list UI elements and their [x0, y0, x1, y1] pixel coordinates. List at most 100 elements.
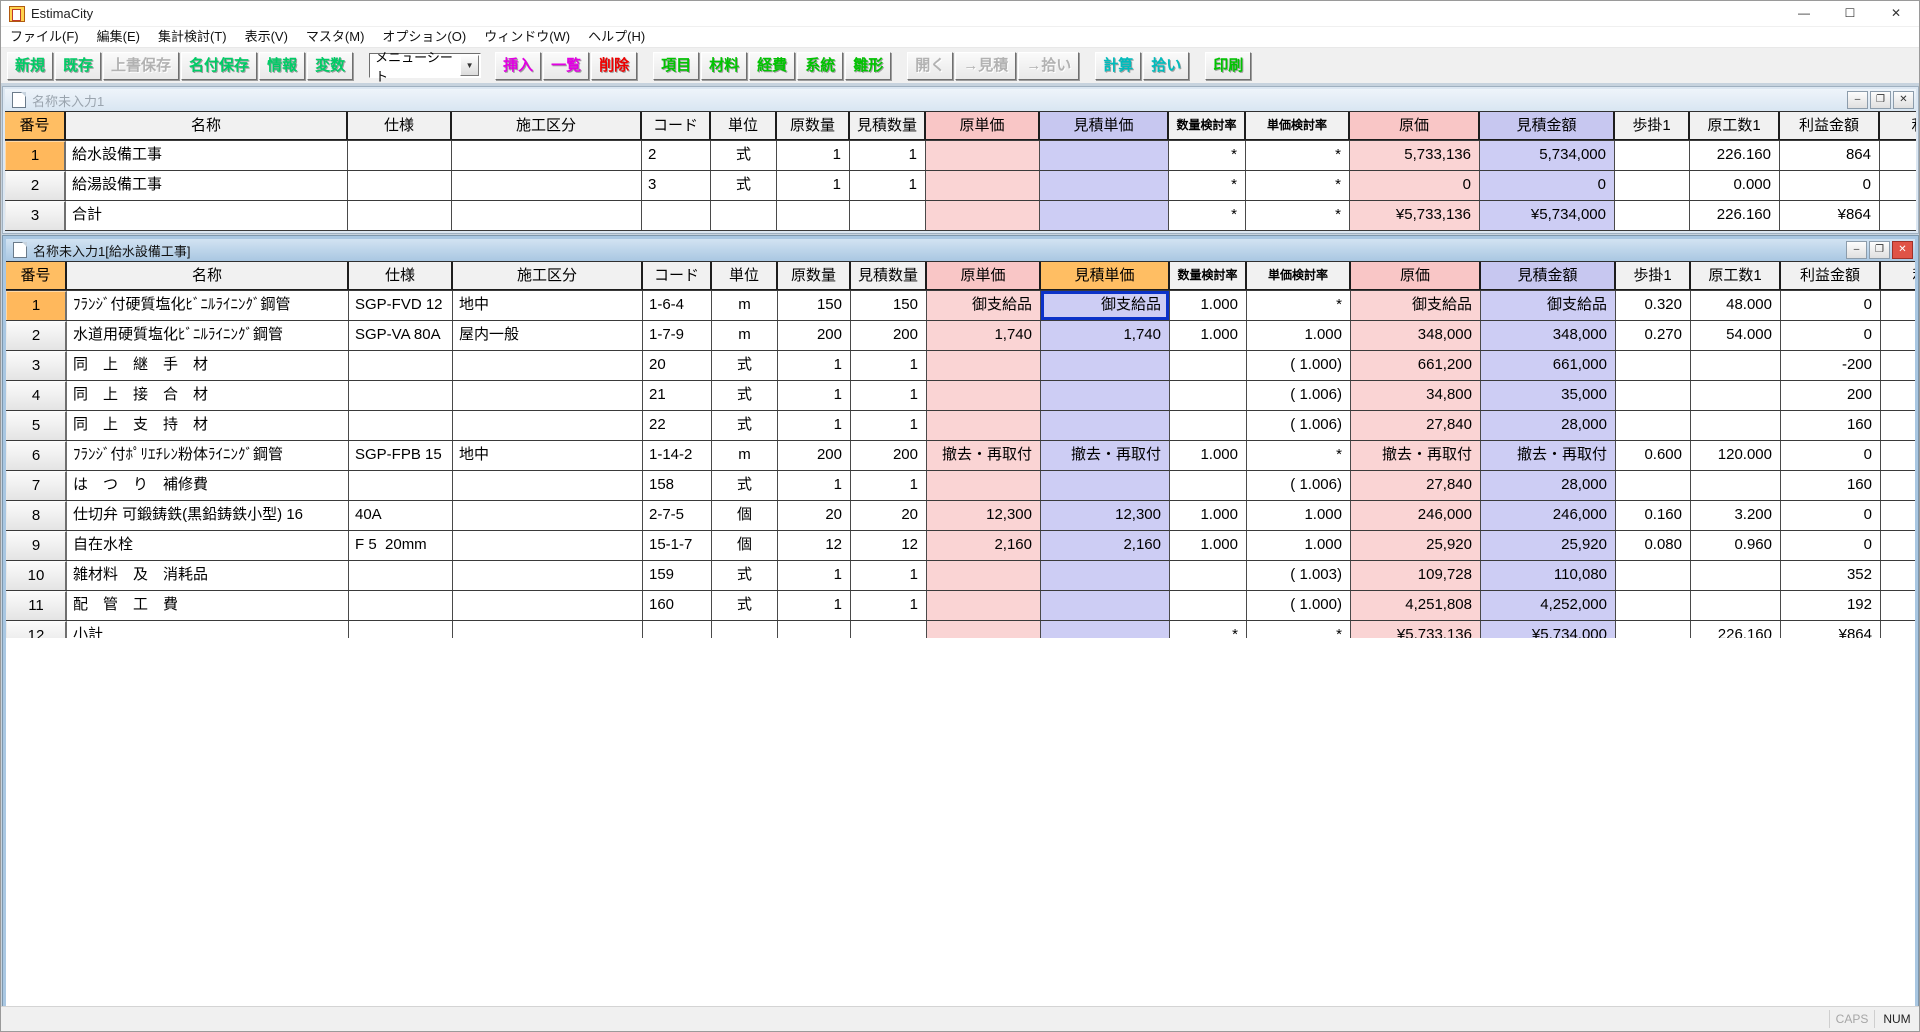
cell-num[interactable]: 4 — [6, 381, 67, 410]
cell-profit[interactable]: 0 — [1781, 501, 1881, 530]
cell-num[interactable]: 9 — [6, 531, 67, 560]
cell-qty_est[interactable]: 1 — [851, 471, 927, 500]
cell-cost[interactable]: 246,000 — [1351, 501, 1481, 530]
cell-name[interactable]: 同 上 支 持 材 — [67, 411, 349, 440]
cell-est[interactable]: 246,000 — [1481, 501, 1616, 530]
child-minimize-icon[interactable]: – — [1846, 241, 1867, 259]
cell-rate_qty[interactable]: 1.000 — [1170, 321, 1247, 350]
cell-profit[interactable]: ¥864 — [1780, 201, 1880, 230]
cell-spec[interactable]: F 5 20mm — [349, 531, 453, 560]
cell-unit_est[interactable]: 1,740 — [1041, 321, 1170, 350]
cell-division[interactable] — [452, 201, 642, 230]
cell-qty_cost[interactable]: 200 — [778, 441, 851, 470]
cell-profit[interactable]: 192 — [1781, 591, 1881, 620]
cell-spec[interactable] — [349, 411, 453, 440]
cell-est[interactable]: 5,734,000 — [1480, 141, 1615, 170]
cell-num[interactable]: 2 — [6, 321, 67, 350]
info-button[interactable]: 情報 — [259, 52, 305, 80]
cell-spec[interactable] — [348, 141, 452, 170]
cell-num[interactable]: 10 — [6, 561, 67, 590]
cell-kosu[interactable] — [1691, 351, 1781, 380]
cell-name[interactable]: ﾌﾗﾝｼﾞ付ﾎﾟﾘｴﾁﾚﾝ粉体ﾗｲﾆﾝｸﾞ鋼管 — [67, 441, 349, 470]
cell-kosu[interactable]: 0.960 — [1691, 531, 1781, 560]
cell-kosu[interactable]: 3.200 — [1691, 501, 1781, 530]
insert-button[interactable]: 挿入 — [495, 52, 541, 80]
cell-qty_est[interactable]: 200 — [851, 321, 927, 350]
menu-view[interactable]: 表示(V) — [236, 27, 297, 47]
cell-division[interactable]: 屋内一般 — [453, 321, 643, 350]
cell-bugake[interactable]: 0.080 — [1616, 531, 1691, 560]
cell-code[interactable] — [642, 201, 711, 230]
cell-name[interactable]: は つ り 補修費 — [67, 471, 349, 500]
menu-master[interactable]: マスタ(M) — [297, 27, 374, 47]
cell-spec[interactable] — [348, 201, 452, 230]
cell-unit_cost[interactable]: 2,160 — [927, 531, 1041, 560]
cell-unit[interactable]: 式 — [711, 171, 777, 200]
cell-extra[interactable] — [1881, 561, 1915, 590]
cell-division[interactable] — [453, 531, 643, 560]
cell-cost[interactable]: 25,920 — [1351, 531, 1481, 560]
cell-unit[interactable]: 個 — [712, 501, 778, 530]
cell-unit[interactable]: 式 — [712, 471, 778, 500]
item-button[interactable]: 項目 — [653, 52, 699, 80]
cell-extra[interactable] — [1881, 381, 1915, 410]
chevron-down-icon[interactable]: ▼ — [460, 55, 479, 76]
cell-kosu[interactable] — [1691, 591, 1781, 620]
cell-rate_qty[interactable]: 1.000 — [1170, 531, 1247, 560]
cell-qty_cost[interactable] — [777, 201, 850, 230]
cell-rate_unit[interactable]: * — [1246, 171, 1350, 200]
cell-extra[interactable] — [1880, 141, 1916, 170]
cell-est[interactable]: 28,000 — [1481, 471, 1616, 500]
cell-division[interactable] — [453, 351, 643, 380]
cell-rate_qty[interactable]: 1.000 — [1170, 291, 1247, 320]
cell-name[interactable]: 給湯設備工事 — [66, 171, 348, 200]
cell-qty_cost[interactable]: 1 — [778, 591, 851, 620]
cell-unit_est[interactable] — [1041, 591, 1170, 620]
cell-unit[interactable] — [711, 201, 777, 230]
cell-profit[interactable]: 0 — [1781, 531, 1881, 560]
cell-rate_unit[interactable]: ( 1.000) — [1247, 591, 1351, 620]
cell-unit_cost[interactable] — [926, 171, 1040, 200]
cell-division[interactable] — [453, 591, 643, 620]
cell-spec[interactable]: SGP-VA 80A — [349, 321, 453, 350]
cell-unit_cost[interactable] — [926, 141, 1040, 170]
cell-kosu[interactable] — [1691, 381, 1781, 410]
cell-qty_est[interactable]: 200 — [851, 441, 927, 470]
cell-extra[interactable] — [1881, 471, 1915, 500]
cell-unit_cost[interactable]: 12,300 — [927, 501, 1041, 530]
cell-cost[interactable]: 4,251,808 — [1351, 591, 1481, 620]
cell-spec[interactable]: 40A — [349, 501, 453, 530]
cell-est[interactable]: ¥5,734,000 — [1480, 201, 1615, 230]
cell-rate_unit[interactable]: * — [1246, 201, 1350, 230]
cell-bugake[interactable]: 0.320 — [1616, 291, 1691, 320]
cell-qty_est[interactable]: 150 — [851, 291, 927, 320]
child-minimize-icon[interactable]: – — [1847, 91, 1868, 109]
child-restore-icon[interactable]: ❐ — [1869, 241, 1890, 259]
cell-bugake[interactable] — [1616, 381, 1691, 410]
cell-name[interactable]: 同 上 継 手 材 — [67, 351, 349, 380]
cell-extra[interactable] — [1880, 201, 1916, 230]
cell-kosu[interactable]: 120.000 — [1691, 441, 1781, 470]
cell-name[interactable]: 同 上 接 合 材 — [67, 381, 349, 410]
cell-extra[interactable] — [1880, 171, 1916, 200]
cell-unit[interactable]: m — [712, 441, 778, 470]
cell-qty_cost[interactable]: 20 — [778, 501, 851, 530]
cell-num[interactable]: 8 — [6, 501, 67, 530]
cell-division[interactable] — [453, 381, 643, 410]
cell-unit_est[interactable] — [1041, 351, 1170, 380]
cell-qty_est[interactable]: 1 — [851, 351, 927, 380]
cell-qty_est[interactable]: 1 — [851, 591, 927, 620]
cell-num[interactable]: 5 — [6, 411, 67, 440]
close-button[interactable]: ✕ — [1873, 1, 1919, 26]
cell-code[interactable]: 159 — [643, 561, 712, 590]
cell-unit_est[interactable] — [1041, 411, 1170, 440]
cell-bugake[interactable] — [1615, 171, 1690, 200]
cell-bugake[interactable] — [1616, 591, 1691, 620]
cell-cost[interactable]: 撤去・再取付 — [1351, 441, 1481, 470]
cell-unit_est[interactable] — [1041, 561, 1170, 590]
cell-cost[interactable]: 109,728 — [1351, 561, 1481, 590]
cell-rate_qty[interactable]: * — [1169, 171, 1246, 200]
cell-bugake[interactable]: 0.600 — [1616, 441, 1691, 470]
cell-division[interactable]: 地中 — [453, 441, 643, 470]
cell-rate_qty[interactable] — [1170, 351, 1247, 380]
